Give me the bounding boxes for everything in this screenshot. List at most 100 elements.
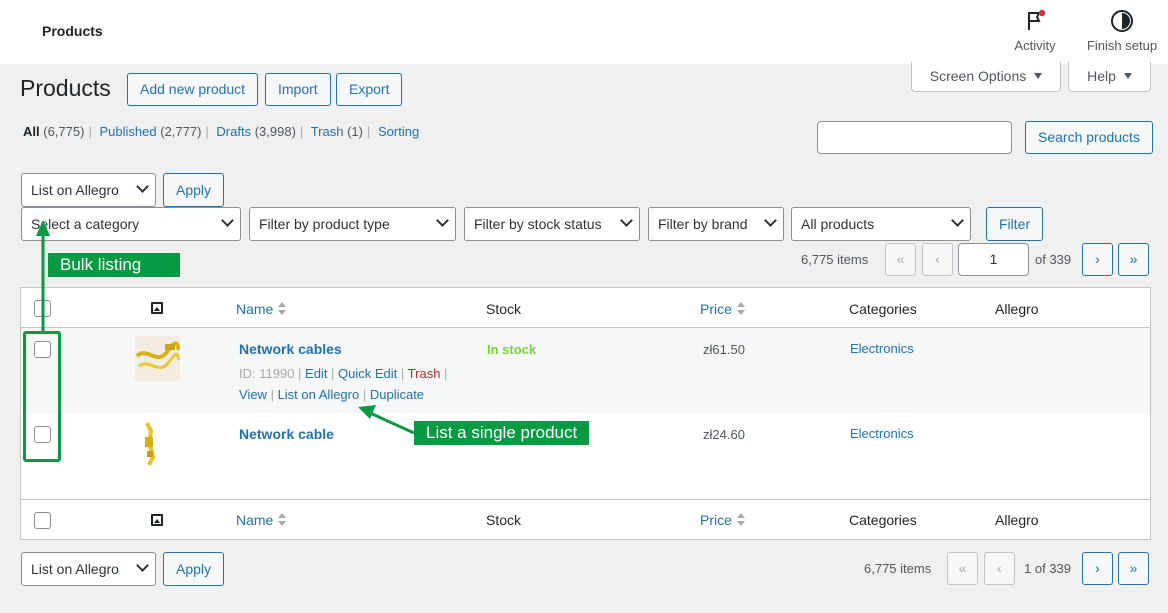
column-name[interactable]: Name: [236, 301, 287, 317]
product-id: ID: 11990: [239, 366, 295, 381]
help-button[interactable]: Help: [1068, 62, 1151, 92]
column-price[interactable]: Price: [700, 301, 745, 317]
product-price: zł61.50: [703, 342, 745, 357]
column-stock-footer: Stock: [486, 512, 522, 528]
category-filter-value: Select a category: [31, 216, 140, 232]
view-trash-count: (1): [347, 124, 363, 139]
column-price-label: Price: [700, 512, 732, 528]
column-price-footer[interactable]: Price: [700, 512, 745, 528]
select-all-checkbox[interactable]: [34, 300, 51, 317]
half-circle-icon: [1111, 10, 1133, 32]
prev-page-button-top[interactable]: ‹: [922, 243, 953, 276]
screen-options-label: Screen Options: [929, 68, 1027, 84]
duplicate-link[interactable]: Duplicate: [370, 387, 424, 402]
last-page-button-top[interactable]: »: [1118, 243, 1149, 276]
category-link[interactable]: Electronics: [850, 341, 914, 356]
help-label: Help: [1087, 68, 1116, 84]
bulk-action-value: List on Allegro: [31, 561, 119, 577]
top-bar: Products Activity Finish setup: [0, 0, 1168, 64]
stock-status-filter-value: Filter by stock status: [474, 216, 602, 232]
items-count-bottom: 6,775 items: [864, 561, 932, 576]
sort-icon: [278, 302, 287, 316]
add-new-product-button[interactable]: Add new product: [127, 73, 259, 106]
annotation-bulk-listing: Bulk listing: [48, 253, 180, 277]
brand-filter-value: Filter by brand: [658, 216, 748, 232]
first-page-button-bottom[interactable]: «: [947, 552, 978, 585]
product-price: zł24.60: [703, 427, 745, 442]
row-actions-second-line: View | List on Allegro | Duplicate: [239, 387, 425, 402]
category-filter-select[interactable]: Select a category: [21, 207, 241, 241]
view-drafts-count: (3,998): [254, 124, 296, 139]
apply-button-bottom[interactable]: Apply: [163, 552, 225, 586]
current-page-input[interactable]: 1: [958, 243, 1029, 276]
column-allegro-footer: Allegro: [995, 512, 1039, 528]
bulk-action-select-top[interactable]: List on Allegro: [21, 173, 156, 207]
product-thumbnail[interactable]: [135, 421, 180, 466]
column-name-footer[interactable]: Name: [236, 512, 287, 528]
product-name-link[interactable]: Network cables: [239, 341, 342, 357]
product-name-link[interactable]: Network cable: [239, 426, 334, 442]
chevron-down-icon: [951, 214, 964, 227]
sort-icon: [736, 302, 745, 316]
sort-icon: [736, 513, 745, 527]
products-table: Name Stock Price Categories Allegro Netw…: [20, 287, 1151, 540]
chevron-down-icon: [136, 180, 149, 193]
view-link[interactable]: View: [239, 387, 267, 402]
filter-button[interactable]: Filter: [986, 207, 1044, 241]
view-trash[interactable]: Trash: [311, 124, 344, 139]
view-drafts[interactable]: Drafts: [216, 124, 251, 139]
activity-label: Activity: [1014, 38, 1056, 53]
search-input[interactable]: [817, 121, 1012, 154]
annotation-single-product: List a single product: [414, 421, 590, 445]
sort-icon: [278, 513, 287, 527]
product-type-filter-select[interactable]: Filter by product type: [249, 207, 456, 241]
chevron-down-icon: [221, 214, 234, 227]
export-button[interactable]: Export: [336, 73, 403, 106]
screen-options-button[interactable]: Screen Options: [911, 62, 1061, 92]
edit-link[interactable]: Edit: [305, 366, 327, 381]
bulk-action-select-bottom[interactable]: List on Allegro: [21, 552, 156, 586]
view-all-count: (6,775): [43, 124, 85, 139]
view-all[interactable]: All: [23, 124, 40, 139]
bulk-action-value: List on Allegro: [31, 182, 119, 198]
search-products-button[interactable]: Search products: [1025, 121, 1153, 154]
product-thumbnail[interactable]: [135, 336, 180, 381]
chevron-down-icon: [436, 214, 449, 227]
finish-setup-label: Finish setup: [1086, 38, 1158, 53]
items-count-top: 6,775 items: [801, 252, 869, 267]
view-sorting[interactable]: Sorting: [378, 124, 419, 139]
chevron-down-icon: [136, 559, 149, 572]
image-icon: [151, 302, 163, 314]
trash-link[interactable]: Trash: [408, 366, 441, 381]
first-page-button-top[interactable]: «: [885, 243, 916, 276]
finish-setup-button[interactable]: Finish setup: [1082, 8, 1162, 53]
apply-button-top[interactable]: Apply: [163, 173, 225, 207]
column-stock: Stock: [486, 301, 522, 317]
last-page-button-bottom[interactable]: »: [1118, 552, 1149, 585]
activity-button[interactable]: Activity: [1010, 8, 1060, 53]
chevron-down-icon: [620, 214, 633, 227]
quick-edit-link[interactable]: Quick Edit: [338, 366, 397, 381]
next-page-button-bottom[interactable]: ›: [1082, 552, 1113, 585]
column-categories: Categories: [849, 301, 917, 317]
next-page-button-top[interactable]: ›: [1082, 243, 1113, 276]
stock-status: In stock: [487, 342, 537, 357]
prev-page-button-bottom[interactable]: ‹: [984, 552, 1015, 585]
chevron-down-icon: [764, 214, 777, 227]
select-all-checkbox-bottom[interactable]: [34, 512, 51, 529]
caret-down-icon: [1123, 73, 1132, 79]
table-footer: Name Stock Price Categories Allegro: [21, 499, 1150, 539]
brand-filter-select[interactable]: Filter by brand: [648, 207, 784, 241]
list-on-allegro-link[interactable]: List on Allegro: [278, 387, 360, 402]
all-products-select[interactable]: All products: [791, 207, 971, 241]
view-published[interactable]: Published: [99, 124, 156, 139]
stock-status-filter-select[interactable]: Filter by stock status: [464, 207, 640, 241]
import-button[interactable]: Import: [265, 73, 331, 106]
view-published-count: (2,777): [160, 124, 202, 139]
table-row: Network cables ID: 11990 | Edit | Quick …: [21, 328, 1150, 413]
caret-down-icon: [1034, 73, 1043, 79]
column-categories-footer: Categories: [849, 512, 917, 528]
category-link[interactable]: Electronics: [850, 426, 914, 441]
column-allegro: Allegro: [995, 301, 1039, 317]
column-name-label: Name: [236, 512, 274, 528]
